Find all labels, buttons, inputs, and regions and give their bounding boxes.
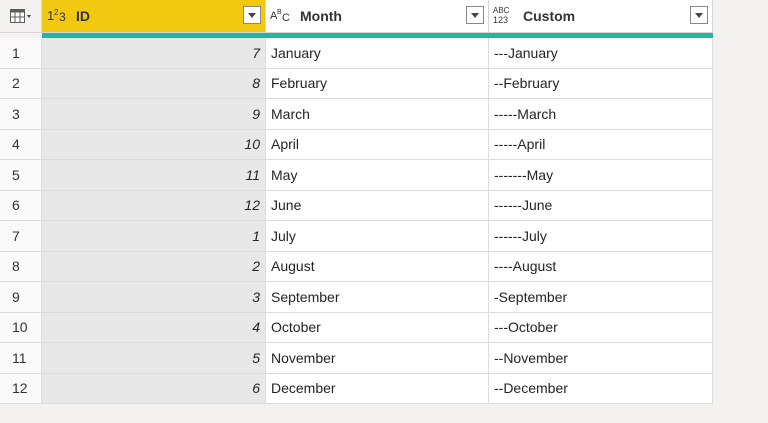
column-filter-dropdown-custom[interactable] <box>690 6 708 24</box>
table-row: 9 3 September -September <box>0 282 713 313</box>
table-row: 1 7 January ---January <box>0 38 713 69</box>
table-row: 4 10 April -----April <box>0 129 713 160</box>
any-type-icon[interactable]: ABC 123 <box>493 5 517 27</box>
column-filter-dropdown-id[interactable] <box>243 6 261 24</box>
row-number[interactable]: 8 <box>0 251 42 281</box>
cell-custom[interactable]: -------May <box>489 160 713 190</box>
table-row: 2 8 February --February <box>0 68 713 99</box>
cell-month[interactable]: March <box>266 99 489 129</box>
chevron-down-icon <box>471 12 479 18</box>
column-header-custom[interactable]: ABC 123 Custom <box>489 0 713 32</box>
table-row: 11 5 November --November <box>0 343 713 374</box>
row-number[interactable]: 10 <box>0 312 42 342</box>
cell-month[interactable]: June <box>266 190 489 220</box>
svg-text:3: 3 <box>59 10 66 23</box>
table-row: 10 4 October ---October <box>0 312 713 343</box>
table-icon <box>9 9 32 23</box>
cell-id[interactable]: 2 <box>42 251 266 281</box>
row-number[interactable]: 4 <box>0 129 42 159</box>
cell-custom[interactable]: --November <box>489 343 713 373</box>
cell-id[interactable]: 12 <box>42 190 266 220</box>
row-number[interactable]: 9 <box>0 282 42 312</box>
header-row: 1 2 3 ID A B C Month ABC 123 Custom <box>0 0 713 33</box>
table-row: 7 1 July ------July <box>0 221 713 252</box>
cell-custom[interactable]: ---October <box>489 312 713 342</box>
cell-id[interactable]: 5 <box>42 343 266 373</box>
table-body: 1 7 January ---January 2 8 February --February 3… <box>0 38 713 404</box>
column-label-custom: Custom <box>523 8 576 24</box>
column-filter-dropdown-month[interactable] <box>466 6 484 24</box>
cell-id[interactable]: 9 <box>42 99 266 129</box>
row-number[interactable]: 2 <box>0 68 42 98</box>
row-number[interactable]: 6 <box>0 190 42 220</box>
column-label-month: Month <box>300 8 342 24</box>
cell-custom[interactable]: -September <box>489 282 713 312</box>
cell-month[interactable]: December <box>266 373 489 403</box>
cell-custom[interactable]: --December <box>489 373 713 403</box>
table-row: 8 2 August ----August <box>0 251 713 282</box>
cell-id[interactable]: 8 <box>42 68 266 98</box>
cell-month[interactable]: July <box>266 221 489 251</box>
cell-custom[interactable]: ----August <box>489 251 713 281</box>
cell-id[interactable]: 6 <box>42 373 266 403</box>
column-header-id[interactable]: 1 2 3 ID <box>42 0 266 32</box>
cell-id[interactable]: 3 <box>42 282 266 312</box>
cell-custom[interactable]: ------June <box>489 190 713 220</box>
table-row: 6 12 June ------June <box>0 190 713 221</box>
table-row: 3 9 March -----March <box>0 99 713 130</box>
cell-month[interactable]: September <box>266 282 489 312</box>
svg-text:123: 123 <box>493 15 508 25</box>
cell-custom[interactable]: ---January <box>489 38 713 68</box>
column-header-month[interactable]: A B C Month <box>266 0 489 32</box>
svg-text:C: C <box>282 12 290 23</box>
cell-month[interactable]: April <box>266 129 489 159</box>
row-number[interactable]: 5 <box>0 160 42 190</box>
cell-id[interactable]: 4 <box>42 312 266 342</box>
table-menu-button[interactable] <box>0 0 42 32</box>
column-label-id: ID <box>76 8 90 24</box>
row-number[interactable]: 3 <box>0 99 42 129</box>
cell-id[interactable]: 11 <box>42 160 266 190</box>
svg-text:ABC: ABC <box>493 6 510 15</box>
cell-month[interactable]: May <box>266 160 489 190</box>
cell-custom[interactable]: ------July <box>489 221 713 251</box>
cell-id[interactable]: 1 <box>42 221 266 251</box>
chevron-down-icon <box>695 12 703 18</box>
cell-month[interactable]: February <box>266 68 489 98</box>
table-row: 5 11 May -------May <box>0 160 713 191</box>
cell-month[interactable]: January <box>266 38 489 68</box>
cell-id[interactable]: 10 <box>42 129 266 159</box>
cell-custom[interactable]: -----March <box>489 99 713 129</box>
whole-number-type-icon[interactable]: 1 2 3 <box>46 7 70 25</box>
row-number[interactable]: 1 <box>0 38 42 68</box>
cell-month[interactable]: October <box>266 312 489 342</box>
cell-custom[interactable]: -----April <box>489 129 713 159</box>
cell-custom[interactable]: --February <box>489 68 713 98</box>
row-number[interactable]: 7 <box>0 221 42 251</box>
cell-month[interactable]: August <box>266 251 489 281</box>
row-number[interactable]: 11 <box>0 343 42 373</box>
row-number[interactable]: 12 <box>0 373 42 403</box>
table-row: 12 6 December --December <box>0 373 713 404</box>
cell-id[interactable]: 7 <box>42 38 266 68</box>
cell-month[interactable]: November <box>266 343 489 373</box>
data-grid: 1 2 3 ID A B C Month ABC 123 Custom 1 7 … <box>0 0 713 404</box>
chevron-down-icon <box>248 12 256 18</box>
text-type-icon[interactable]: A B C <box>270 7 294 25</box>
